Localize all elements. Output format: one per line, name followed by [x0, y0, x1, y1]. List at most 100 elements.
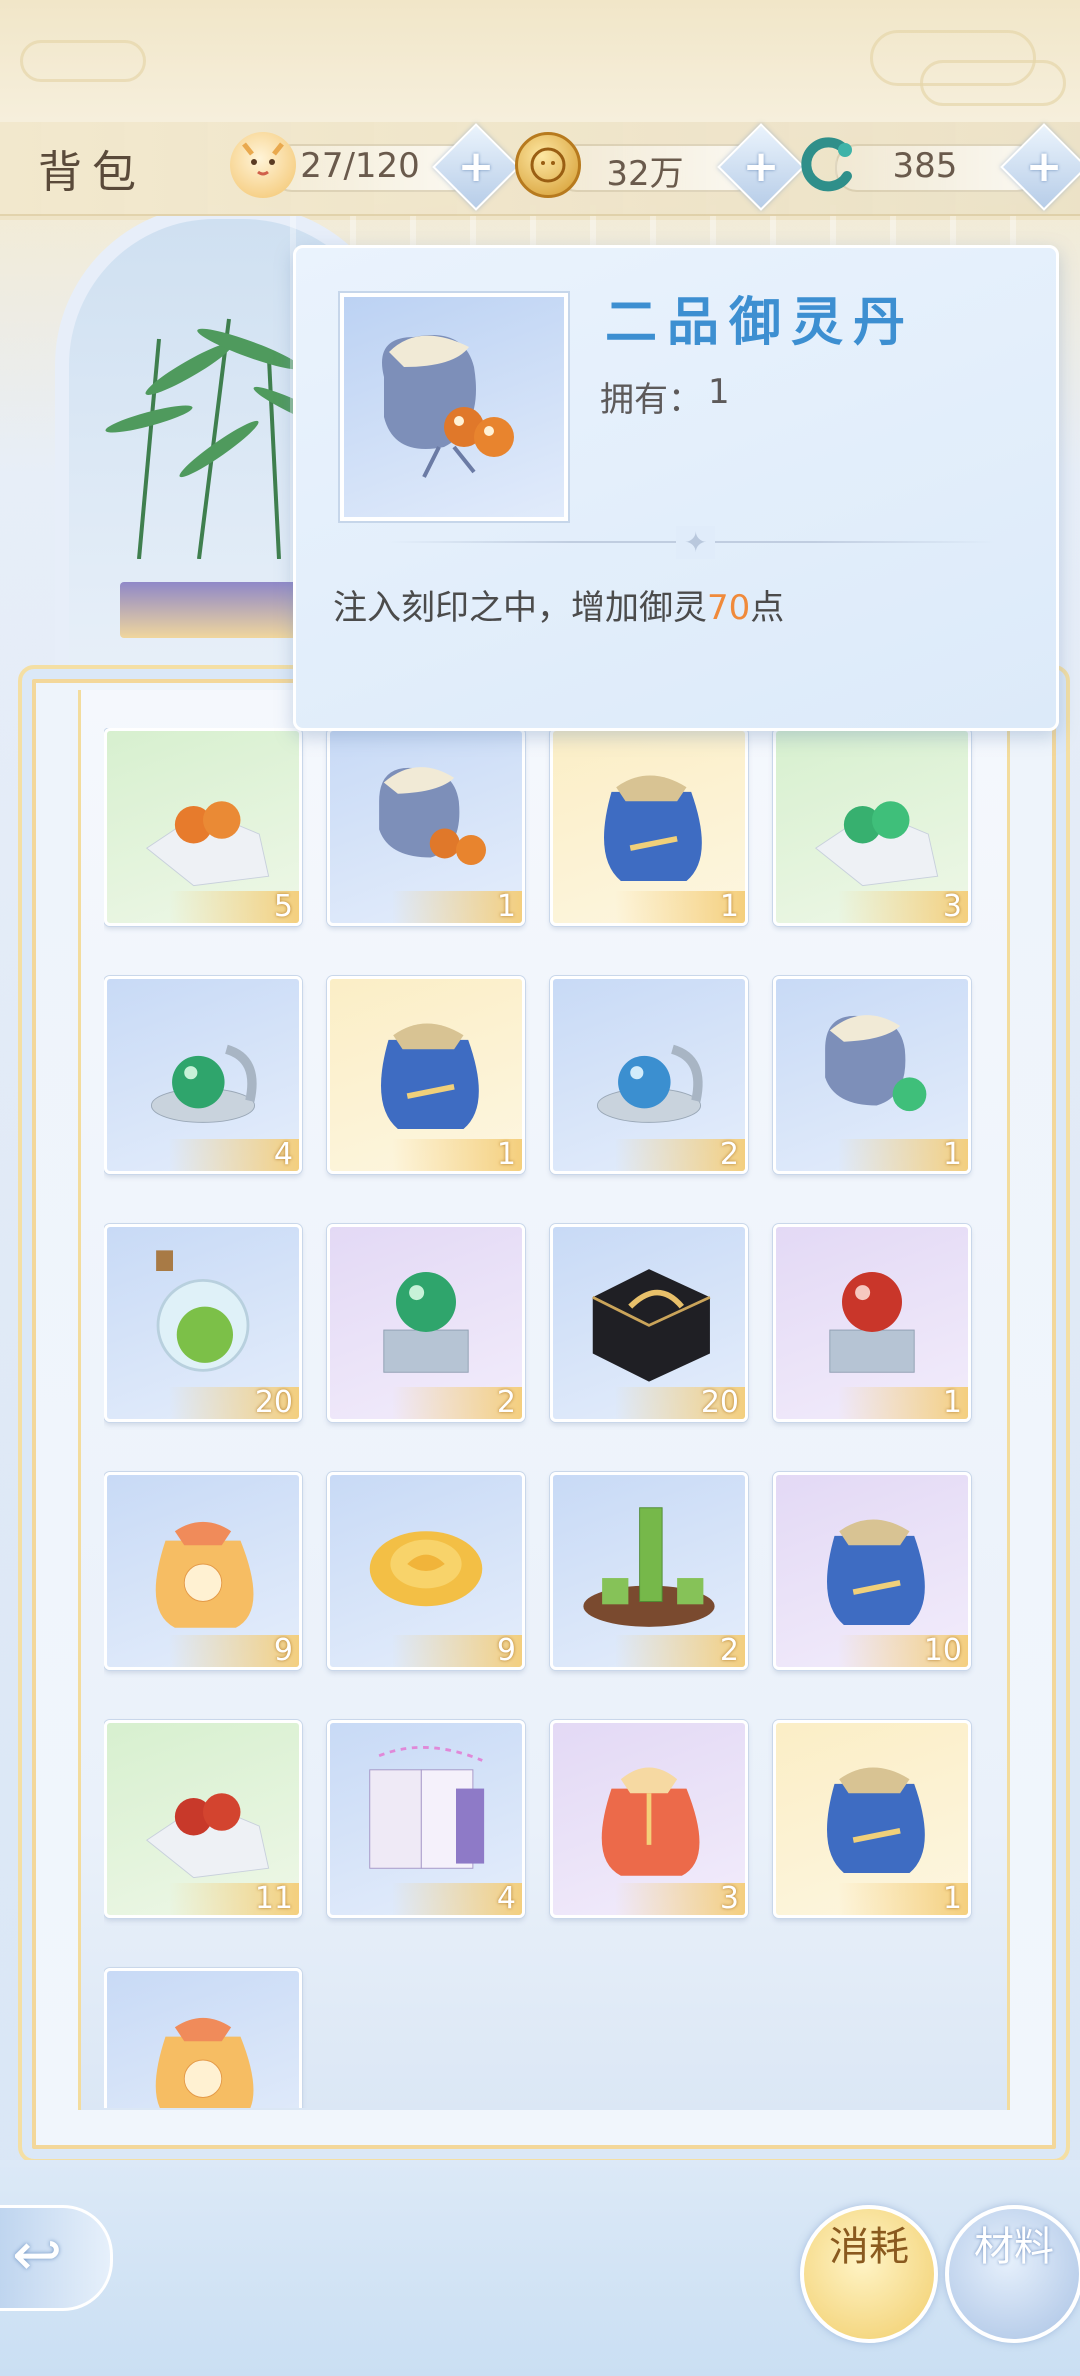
cloud-ornament — [20, 40, 146, 82]
item-count: 1 — [838, 1883, 968, 1915]
inventory-slot[interactable]: 4 — [327, 1720, 525, 1918]
item-count: 3 — [838, 891, 968, 923]
cloud-ornament — [920, 60, 1066, 106]
green-pills-on-cloth-icon — [814, 801, 939, 887]
item-count: 4 — [392, 1883, 522, 1915]
tooltip-item-frame — [340, 293, 568, 521]
gold-coin-icon — [530, 147, 566, 183]
inventory-slot[interactable]: 4 — [104, 976, 302, 1174]
back-button[interactable]: ↩ — [0, 2205, 113, 2311]
inventory-slot[interactable]: 2 — [327, 1224, 525, 1422]
plus-icon: + — [1025, 141, 1063, 192]
red-orb-on-box-icon — [829, 1271, 915, 1373]
item-count: 1 — [615, 891, 745, 923]
item-count: 1 — [838, 1139, 968, 1171]
green-orb-in-case-icon — [150, 1044, 257, 1123]
resource-jade: 385 + — [795, 123, 1080, 211]
item-count: 11 — [169, 1883, 299, 1915]
inventory-slot[interactable]: 1 — [773, 1224, 971, 1422]
green-orb-on-box-icon — [383, 1271, 469, 1373]
item-count: 20 — [169, 1387, 299, 1419]
inventory-slot[interactable]: 1 — [327, 728, 525, 926]
tooltip-description: 注入刻印之中，增加御灵70点 — [333, 580, 784, 629]
inventory-slot[interactable]: 5 — [104, 728, 302, 926]
tooltip-own-value: 1 — [708, 372, 730, 412]
item-count: 1 — [392, 1139, 522, 1171]
inventory-slot[interactable]: 1 — [773, 1720, 971, 1918]
inventory-slot[interactable]: 10 — [773, 1472, 971, 1670]
cat-face-icon — [230, 132, 296, 198]
plus-icon: + — [742, 141, 780, 192]
inventory-slot[interactable]: 2 — [550, 976, 748, 1174]
star-ornament-icon: ✦ — [676, 526, 716, 559]
bamboo-tea-set-icon — [583, 1507, 715, 1627]
resource-coins: 32万 + — [515, 123, 805, 211]
inventory-slot[interactable]: 11 — [104, 1720, 302, 1918]
item-count: 4 — [169, 1139, 299, 1171]
back-arrow-icon: ↩ — [12, 2220, 63, 2290]
tab-materials[interactable]: 材料 — [945, 2205, 1080, 2343]
item-count: 2 — [615, 1635, 745, 1667]
item-count: 3 — [615, 1883, 745, 1915]
grey-pouch-orange-pills-icon — [379, 767, 486, 865]
item-count: 20 — [615, 1387, 745, 1419]
tab-consumables-label: 消耗 — [829, 2224, 909, 2270]
page-title: 背包 — [38, 147, 146, 198]
tab-materials-label: 材料 — [974, 2224, 1054, 2270]
inventory-slot[interactable]: 1 — [327, 976, 525, 1174]
inventory-slot[interactable]: 3 — [773, 728, 971, 926]
item-count: 1 — [838, 1387, 968, 1419]
jade-dragon-icon — [801, 137, 852, 192]
coins-value: 32万 — [606, 154, 684, 194]
inventory-slot[interactable]: 3 — [550, 1720, 748, 1918]
item-count: 9 — [392, 1635, 522, 1667]
add-coins-button[interactable]: + — [717, 123, 805, 211]
item-count: 5 — [169, 891, 299, 923]
cat-face-icon — [242, 142, 284, 176]
add-capacity-button[interactable]: + — [432, 123, 520, 211]
gold-coin-icon — [515, 132, 581, 198]
desc-suffix: 点 — [750, 588, 785, 628]
resource-capacity: 27/120 + — [230, 123, 520, 211]
music-score-book-icon — [369, 1746, 485, 1869]
inventory-slot[interactable]: 1 — [550, 728, 748, 926]
inventory-slot[interactable]: 20 — [550, 1224, 748, 1422]
inventory-slot[interactable] — [104, 1968, 302, 2108]
inventory-grid[interactable]: 5 1 1 3 4 1 2 1 20 2 20 1 9 9 2 10 11 4 3 1 — [104, 728, 984, 2108]
orange-pills-on-cloth-icon — [145, 801, 270, 887]
tooltip-own-label: 拥有： — [600, 380, 702, 420]
inventory-slot[interactable]: 2 — [550, 1472, 748, 1670]
item-count: 1 — [392, 891, 522, 923]
blue-orb-in-case-icon — [596, 1044, 703, 1123]
blue-treasure-bag-icon — [604, 775, 702, 881]
desc-prefix: 注入刻印之中，增加御灵 — [333, 588, 707, 628]
red-silk-pouch-icon — [601, 1767, 700, 1876]
tab-consumables[interactable]: 消耗 — [800, 2205, 938, 2343]
blue-treasure-bag-icon — [827, 1767, 925, 1873]
inventory-slot[interactable]: 9 — [327, 1472, 525, 1670]
item-count: 10 — [838, 1635, 968, 1667]
item-count: 2 — [615, 1139, 745, 1171]
add-jade-button[interactable]: + — [1000, 123, 1080, 211]
plus-icon: + — [457, 141, 495, 192]
black-gift-box-icon — [592, 1269, 711, 1382]
inventory-slot[interactable]: 1 — [773, 976, 971, 1174]
inventory-slot[interactable]: 9 — [104, 1472, 302, 1670]
blue-treasure-bag-icon — [827, 1519, 925, 1625]
green-potion-flask-icon — [156, 1250, 250, 1372]
golden-rose-icon — [369, 1531, 483, 1607]
capacity-value: 27/120 — [300, 146, 420, 186]
tooltip-item-name: 二品御灵丹 — [605, 292, 916, 353]
item-count: 9 — [169, 1635, 299, 1667]
xuan-lucky-bag-icon — [155, 2017, 254, 2108]
inventory-slot[interactable]: 20 — [104, 1224, 302, 1422]
jade-dragon-icon — [795, 132, 861, 198]
blue-treasure-bag-icon — [381, 1023, 479, 1129]
desc-highlight: 70 — [707, 588, 751, 628]
red-pills-on-cloth-icon — [145, 1793, 270, 1879]
item-count: 2 — [392, 1387, 522, 1419]
grey-pouch-orange-pills-icon — [382, 335, 514, 478]
grey-pouch-green-pill-icon — [825, 1015, 927, 1112]
xuan-lucky-bag-icon — [155, 1521, 254, 1628]
incense-box — [120, 582, 300, 638]
